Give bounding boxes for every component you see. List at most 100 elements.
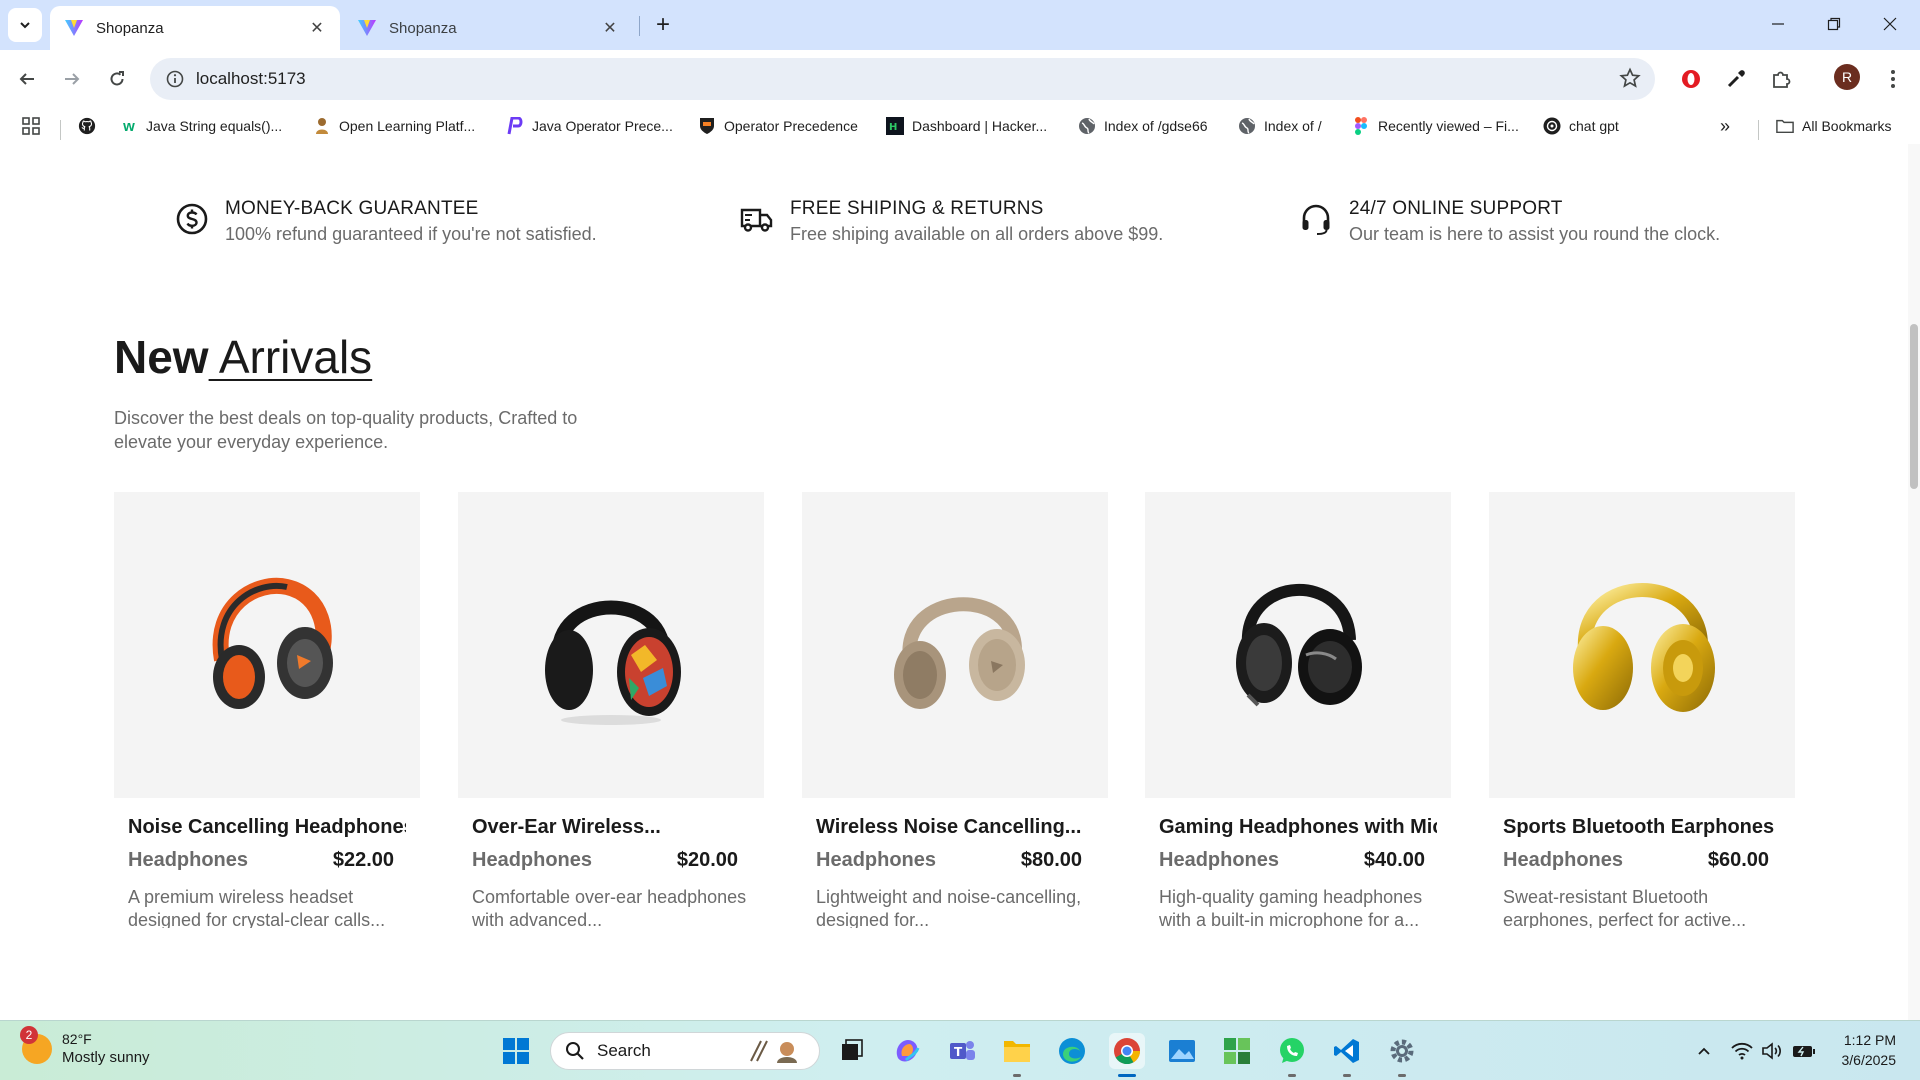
- product-name[interactable]: Over-Ear Wireless...: [472, 816, 750, 839]
- learning-icon: [313, 117, 331, 135]
- site-info-icon[interactable]: [162, 66, 188, 92]
- minimize-button[interactable]: [1750, 0, 1806, 48]
- running-indicator: [1343, 1074, 1351, 1077]
- bookmark-java-string-equals[interactable]: w Java String equals()...: [120, 114, 282, 138]
- product-image[interactable]: [802, 492, 1108, 798]
- product-price: $22.00: [332, 849, 394, 871]
- chrome-button[interactable]: [1109, 1033, 1145, 1069]
- svg-text:H: H: [889, 122, 897, 133]
- bookmark-index-gdse66[interactable]: Index of /gdse66: [1078, 114, 1208, 138]
- close-tab-icon[interactable]: ✕: [308, 19, 326, 37]
- github-icon: [78, 117, 96, 135]
- photos-app-button[interactable]: [1164, 1033, 1200, 1069]
- gear-icon: [1390, 1039, 1414, 1063]
- new-tab-button[interactable]: +: [648, 10, 678, 40]
- wordle-app-button[interactable]: [1219, 1033, 1255, 1069]
- tab-shopanza[interactable]: Shopanza ✕: [343, 6, 633, 50]
- product-card[interactable]: Over-Ear Wireless... Headphones $20.00 C…: [458, 492, 764, 928]
- clock-time: 1:12 PM: [1843, 1032, 1896, 1048]
- task-view-button[interactable]: [834, 1033, 870, 1069]
- product-card[interactable]: Wireless Noise Cancelling... Headphones …: [802, 492, 1108, 928]
- product-image[interactable]: [458, 492, 764, 798]
- product-card[interactable]: Noise Cancelling Headphones Headphones $…: [114, 492, 420, 928]
- forward-button[interactable]: [55, 62, 89, 96]
- section-title-underlined: Arrivals: [208, 331, 373, 383]
- extensions-puzzle-icon[interactable]: [1764, 62, 1798, 96]
- bookmark-java-operator[interactable]: Java Operator Prece...: [506, 114, 673, 138]
- copilot-button[interactable]: [889, 1033, 925, 1069]
- product-name[interactable]: Wireless Noise Cancelling...: [816, 816, 1094, 839]
- product-name[interactable]: Gaming Headphones with Mic: [1159, 816, 1437, 839]
- product-meta: Headphones $60.00: [1503, 849, 1769, 872]
- url-text[interactable]: localhost:5173: [196, 69, 306, 89]
- restore-button[interactable]: [1806, 0, 1862, 48]
- product-card[interactable]: Sports Bluetooth Earphones Headphones $6…: [1489, 492, 1795, 928]
- opera-extension-icon[interactable]: [1674, 62, 1708, 96]
- close-tab-icon[interactable]: ✕: [601, 19, 619, 37]
- bookmarks-separator: [1758, 120, 1759, 140]
- page-scrollbar[interactable]: [1908, 144, 1920, 1020]
- product-price: $20.00: [676, 849, 738, 871]
- bookmark-hackerrank[interactable]: H Dashboard | Hacker...: [886, 114, 1047, 138]
- bookmark-label: Operator Precedence: [724, 118, 858, 134]
- product-image[interactable]: [114, 492, 420, 798]
- openai-icon: [1543, 117, 1561, 135]
- reload-button[interactable]: [100, 62, 134, 96]
- close-window-button[interactable]: [1862, 0, 1918, 48]
- chrome-menu-icon[interactable]: [1876, 62, 1910, 96]
- wifi-icon[interactable]: [1730, 1039, 1754, 1063]
- headphones-orange-image: [212, 577, 333, 709]
- scrollbar-thumb[interactable]: [1910, 324, 1918, 489]
- all-bookmarks-button[interactable]: All Bookmarks: [1776, 114, 1891, 138]
- weather-widget[interactable]: 2 82°F Mostly sunny: [20, 1025, 150, 1066]
- tab-title: Shopanza: [389, 19, 457, 37]
- settings-button[interactable]: [1384, 1033, 1420, 1069]
- teams-icon: T: [950, 1041, 975, 1060]
- more-bookmarks-chevron-icon[interactable]: »: [1720, 114, 1730, 138]
- windows-logo-icon: [503, 1038, 529, 1064]
- edge-button[interactable]: [1054, 1033, 1090, 1069]
- feature-text: Our team is here to assist you round the…: [1349, 224, 1721, 244]
- product-category: Headphones: [816, 849, 937, 871]
- tab-shopanza-active[interactable]: Shopanza ✕: [50, 6, 340, 50]
- product-description: A premium wireless headset designed for …: [128, 887, 386, 928]
- product-description: Comfortable over-ear headphones with adv…: [472, 887, 747, 928]
- bookmark-index-root[interactable]: Index of /: [1238, 114, 1322, 138]
- back-button[interactable]: [10, 62, 44, 96]
- product-card[interactable]: Gaming Headphones with Mic Headphones $4…: [1145, 492, 1451, 928]
- chevron-down-icon: [20, 22, 30, 29]
- volume-icon[interactable]: [1760, 1039, 1784, 1063]
- apps-grid-icon[interactable]: [22, 114, 40, 138]
- product-category: Headphones: [1503, 849, 1624, 871]
- show-hidden-icons-chevron-icon[interactable]: [1692, 1039, 1716, 1063]
- bookmark-figma[interactable]: Recently viewed – Fi...: [1352, 114, 1519, 138]
- system-clock[interactable]: 1:12 PM 3/6/2025: [1826, 1030, 1897, 1070]
- puzzle-app-icon: [1224, 1038, 1250, 1064]
- profile-avatar[interactable]: R: [1834, 64, 1860, 90]
- product-image[interactable]: [1145, 492, 1451, 798]
- product-image[interactable]: [1489, 492, 1795, 798]
- bookmark-label: Java String equals()...: [146, 118, 283, 134]
- color-picker-extension-icon[interactable]: [1719, 62, 1753, 96]
- bookmark-star-icon[interactable]: [1619, 67, 1641, 94]
- taskbar-search-box[interactable]: Search: [550, 1032, 820, 1070]
- bookmark-open-learning[interactable]: Open Learning Platf...: [313, 114, 475, 138]
- product-name[interactable]: Sports Bluetooth Earphones: [1503, 816, 1781, 839]
- bookmark-github[interactable]: [78, 114, 104, 138]
- headphones-black-pattern-image: [545, 600, 681, 725]
- bookmark-chat-gpt[interactable]: chat gpt: [1543, 114, 1619, 138]
- tab-search-button[interactable]: [8, 8, 42, 42]
- address-bar[interactable]: localhost:5173: [150, 58, 1655, 100]
- product-price: $40.00: [1363, 849, 1425, 871]
- bookmark-label: Open Learning Platf...: [339, 118, 476, 134]
- whatsapp-button[interactable]: [1274, 1033, 1310, 1069]
- battery-icon[interactable]: [1792, 1039, 1816, 1063]
- file-explorer-button[interactable]: [999, 1033, 1035, 1069]
- bookmark-operator-precedence[interactable]: Operator Precedence: [698, 114, 858, 138]
- teams-button[interactable]: T: [944, 1033, 980, 1069]
- vscode-button[interactable]: [1329, 1033, 1365, 1069]
- restore-icon: [1827, 17, 1841, 31]
- windows-start-button[interactable]: [498, 1033, 534, 1069]
- product-name[interactable]: Noise Cancelling Headphones: [128, 816, 406, 839]
- product-description: Sweat-resistant Bluetooth earphones, per…: [1503, 887, 1747, 928]
